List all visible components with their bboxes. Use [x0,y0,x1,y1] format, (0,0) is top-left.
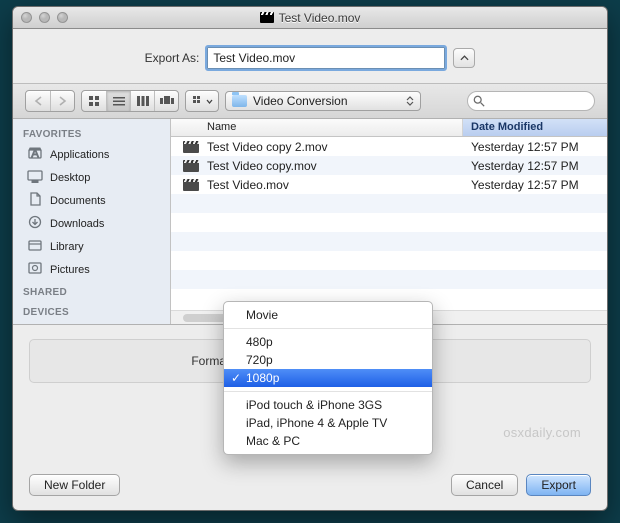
sidebar-item-label: Applications [50,149,109,161]
library-icon [27,238,43,255]
format-option[interactable]: Movie [224,306,432,324]
save-dialog: Test Video.mov Export As: Video C [12,6,608,511]
collapse-dialog-button[interactable] [453,48,475,68]
column-date-header[interactable]: Date Modified [463,119,607,136]
column-name-header[interactable]: Name [171,119,463,136]
file-row[interactable]: Test Video copy.movYesterday 12:57 PM [171,156,607,175]
downloads-icon [27,215,43,232]
file-row [171,232,607,251]
titlebar: Test Video.mov [13,7,607,29]
file-name: Test Video copy.mov [207,159,463,173]
sidebar-header: SHARED [13,281,170,301]
format-option[interactable]: Mac & PC [224,432,432,450]
sidebar-item-label: Downloads [50,218,104,230]
format-option[interactable]: 720p [224,351,432,369]
sidebar-item-label: Pictures [50,264,90,276]
sidebar: FAVORITES A Applications Desktop Documents Do… [13,119,171,324]
sidebar-item-library[interactable]: Library [13,235,170,258]
menu-separator [224,328,432,329]
file-row [171,251,607,270]
format-option[interactable]: 480p [224,333,432,351]
location-name: Video Conversion [253,94,348,108]
pictures-icon [27,261,43,278]
file-row[interactable]: Test Video.movYesterday 12:57 PM [171,175,607,194]
traffic-lights [13,12,68,23]
updown-icon [406,96,414,106]
file-rows: Test Video copy 2.movYesterday 12:57 PMT… [171,137,607,310]
movie-file-icon [183,179,199,191]
search-wrap [467,91,595,111]
sidebar-item-label: Desktop [50,172,90,184]
desktop-icon [27,169,43,186]
cancel-button[interactable]: Cancel [451,474,518,496]
folder-icon [232,95,247,107]
file-row[interactable]: Test Video copy 2.movYesterday 12:57 PM [171,137,607,156]
file-row [171,270,607,289]
sidebar-item-label: Library [50,241,84,253]
export-as-row: Export As: [13,29,607,83]
format-option[interactable]: 1080p [224,369,432,387]
zoom-window-button[interactable] [57,12,68,23]
sidebar-item-pictures[interactable]: Pictures [13,258,170,281]
column-headers: Name Date Modified [171,119,607,137]
menu-separator [224,391,432,392]
svg-text:A: A [31,148,39,160]
sidebar-item-downloads[interactable]: Downloads [13,212,170,235]
watermark-text: osxdaily.com [503,425,581,440]
view-mode-switcher [81,90,179,112]
view-columns-button[interactable] [130,91,154,111]
view-list-button[interactable] [106,91,130,111]
filename-input[interactable] [207,47,445,69]
file-date: Yesterday 12:57 PM [463,178,607,192]
applications-icon: A [27,146,43,163]
sidebar-header: FAVORITES [13,123,170,143]
file-date: Yesterday 12:57 PM [463,159,607,173]
file-row [171,213,607,232]
new-folder-button[interactable]: New Folder [29,474,120,496]
window-title: Test Video.mov [279,11,361,25]
sidebar-item-desktop[interactable]: Desktop [13,166,170,189]
export-as-label: Export As: [145,51,200,65]
nav-back-forward [25,90,75,112]
forward-button[interactable] [50,91,74,111]
movie-file-icon [183,141,199,153]
view-coverflow-button[interactable] [154,91,178,111]
file-name: Test Video.mov [207,178,463,192]
sidebar-header: DEVICES [13,301,170,321]
minimize-window-button[interactable] [39,12,50,23]
file-row [171,194,607,213]
file-browser: FAVORITES A Applications Desktop Documents Do… [13,119,607,325]
sidebar-item-applications[interactable]: A Applications [13,143,170,166]
movie-file-icon [183,160,199,172]
file-date: Yesterday 12:57 PM [463,140,607,154]
search-input[interactable] [467,91,595,111]
sidebar-item-documents[interactable]: Documents [13,189,170,212]
format-option[interactable]: iPod touch & iPhone 3GS [224,396,432,414]
bottom-bar: New Folder Cancel Export [13,464,607,510]
export-button[interactable]: Export [526,474,591,496]
arrange-menu[interactable] [185,90,219,112]
file-list-pane: Name Date Modified Test Video copy 2.mov… [171,119,607,324]
sidebar-item-label: Documents [50,195,106,207]
location-popup[interactable]: Video Conversion [225,91,421,111]
close-window-button[interactable] [21,12,32,23]
search-icon [473,95,485,107]
view-icons-button[interactable] [82,91,106,111]
back-button[interactable] [26,91,50,111]
format-menu[interactable]: Movie 480p720p1080p iPod touch & iPhone 3G… [223,301,433,455]
file-name: Test Video copy 2.mov [207,140,463,154]
movie-file-icon [260,12,274,23]
browser-toolbar: Video Conversion [13,83,607,119]
format-option[interactable]: iPad, iPhone 4 & Apple TV [224,414,432,432]
documents-icon [27,192,43,209]
